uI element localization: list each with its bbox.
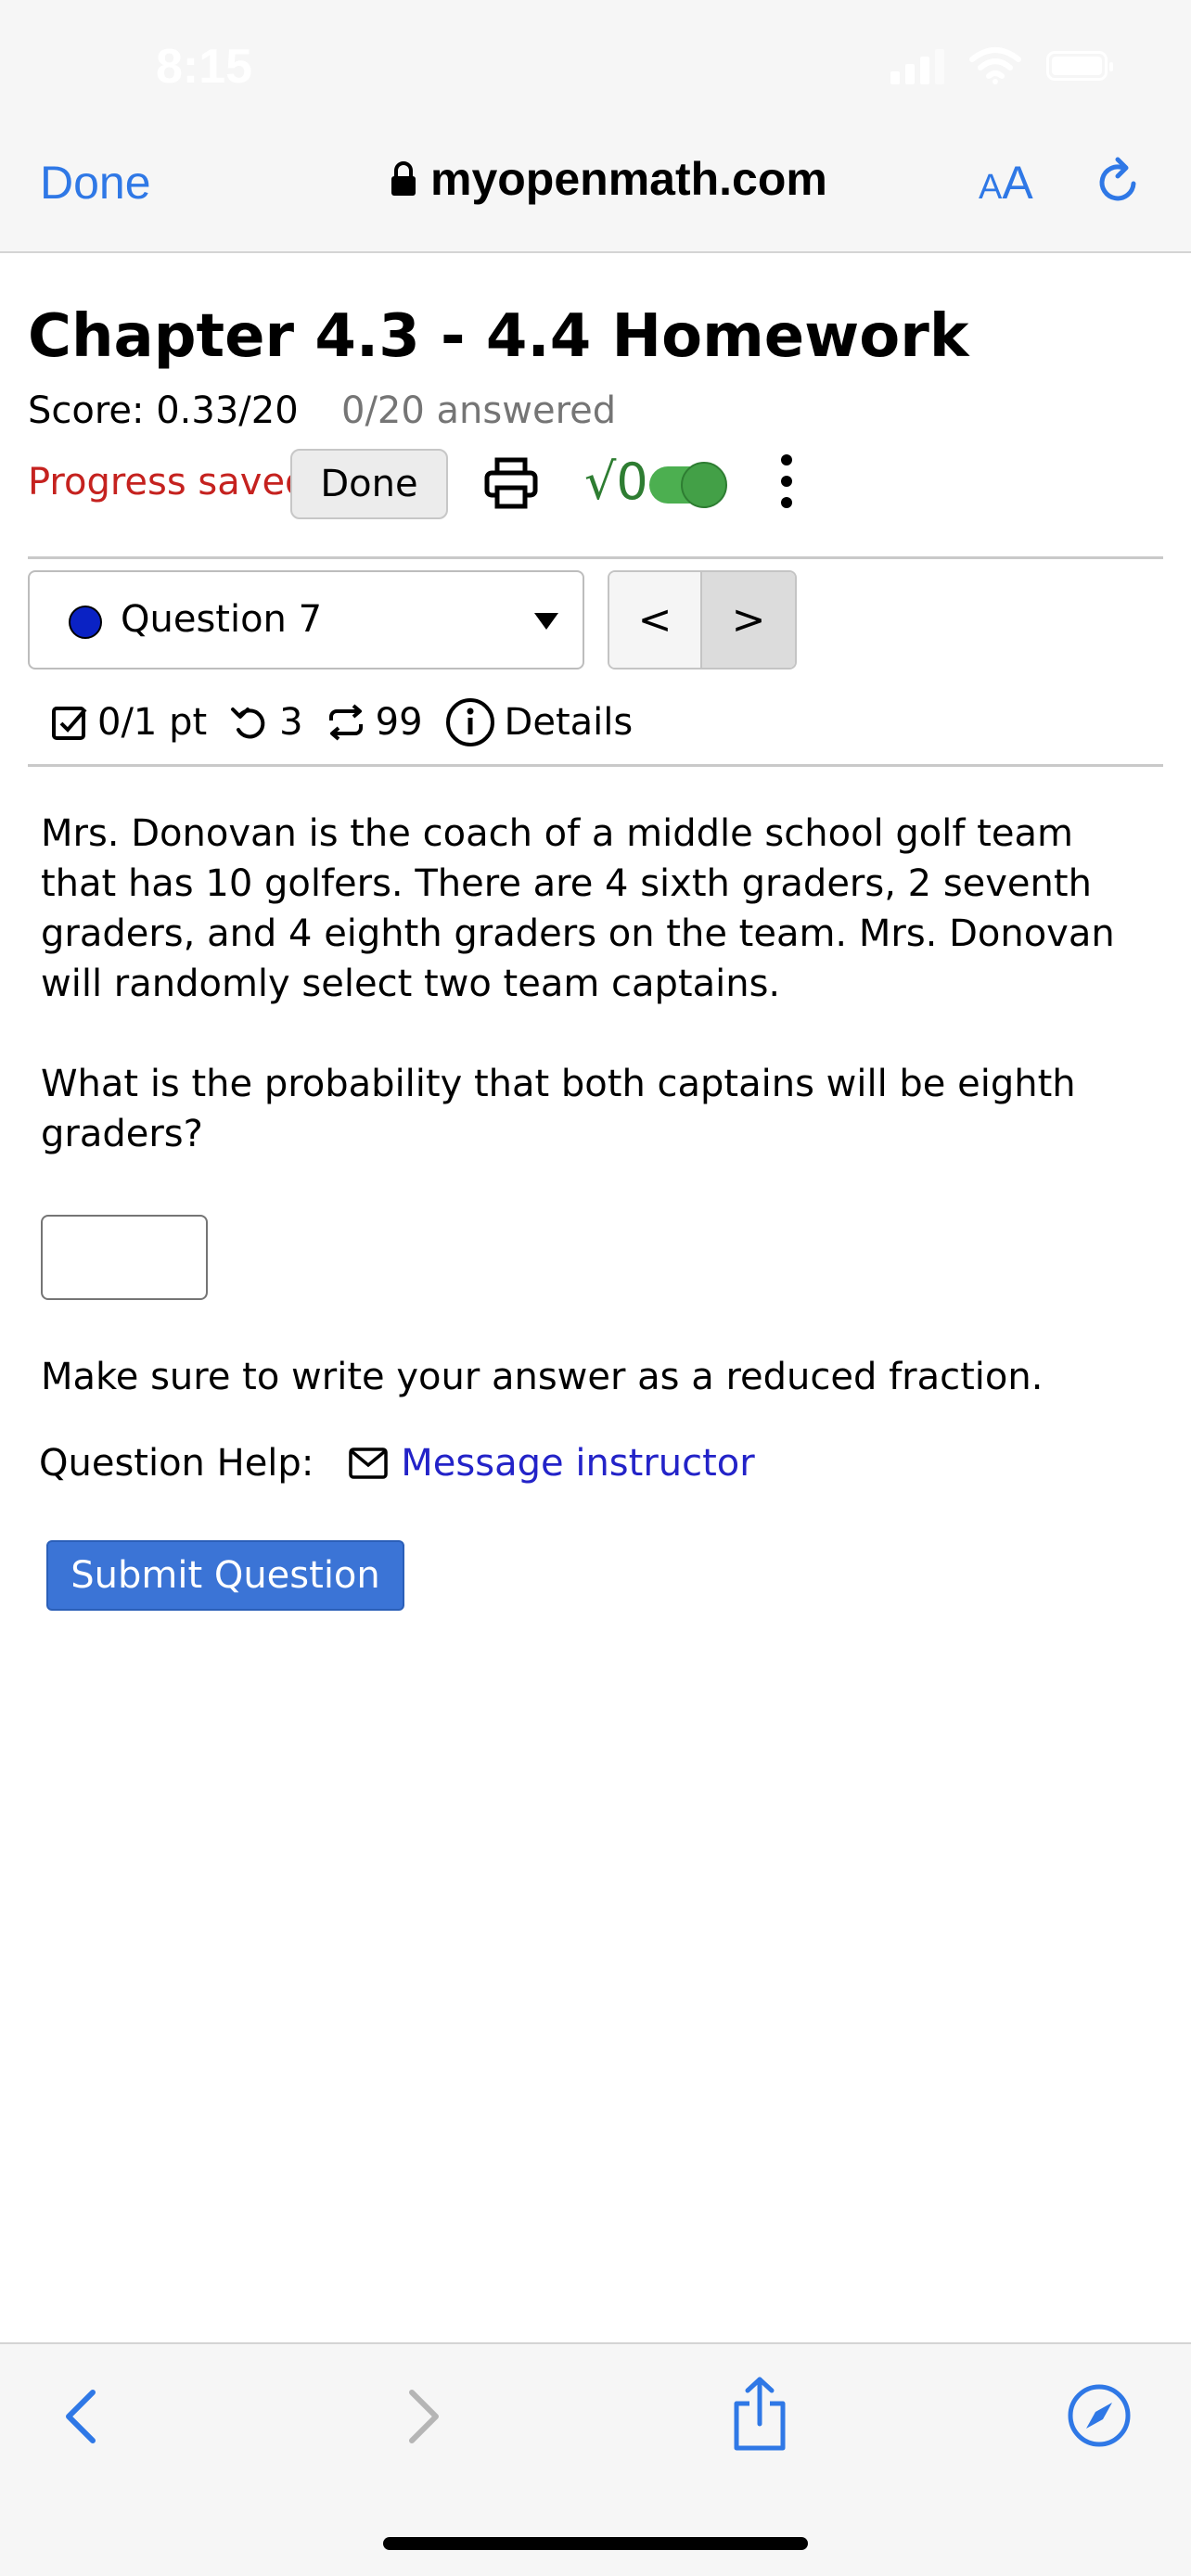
wifi-icon	[969, 47, 1021, 84]
url-text: myopenmath.com	[430, 153, 827, 205]
question-select-label: Question 7	[121, 598, 323, 641]
previous-question-button[interactable]: <	[609, 572, 702, 668]
compass-icon[interactable]	[1067, 2383, 1132, 2448]
header-divider	[28, 556, 1163, 559]
points-text: 0/1 pt	[97, 701, 208, 744]
answer-input[interactable]	[41, 1215, 208, 1300]
forward-chevron-icon[interactable]	[404, 2387, 445, 2446]
back-chevron-icon[interactable]	[59, 2387, 100, 2446]
reload-icon[interactable]	[1093, 156, 1145, 208]
toggle-knob	[681, 462, 727, 508]
printer-icon[interactable]	[482, 454, 540, 512]
attempts-count: 99	[375, 701, 423, 744]
question-body: Mrs. Donovan is the coach of a middle sc…	[41, 809, 1154, 1209]
page-title: Chapter 4.3 - 4.4 Homework	[28, 302, 969, 371]
status-icons	[890, 46, 1113, 85]
score-text: Score: 0.33/20	[28, 389, 299, 432]
math-entry-icon: √0	[584, 453, 648, 511]
question-meta: 0/1 pt 3 99 Details	[51, 697, 655, 747]
details-text: Details	[504, 701, 634, 744]
meta-divider	[28, 764, 1163, 767]
question-prompt: What is the probability that both captai…	[41, 1063, 1076, 1155]
points-item: 0/1 pt	[51, 701, 207, 744]
mail-icon	[349, 1447, 389, 1479]
browser-top-bar: 8:15 Done myopenmath.com AA	[0, 0, 1191, 253]
details-link[interactable]: Details	[445, 697, 634, 747]
browser-done-button[interactable]: Done	[40, 156, 151, 210]
question-help-label: Question Help:	[39, 1442, 314, 1485]
retries-count: 3	[279, 701, 303, 744]
checkbox-icon	[52, 707, 87, 740]
submit-question-button[interactable]: Submit Question	[46, 1540, 404, 1611]
share-icon[interactable]	[731, 2376, 788, 2452]
battery-icon	[1046, 51, 1113, 81]
lock-icon	[391, 161, 416, 196]
message-instructor-link[interactable]: Message instructor	[401, 1442, 754, 1485]
caret-down-icon	[534, 613, 558, 630]
question-paragraph: Mrs. Donovan is the coach of a middle sc…	[41, 812, 1115, 1005]
question-nav-buttons: < >	[608, 570, 797, 670]
question-help-row: Question Help: Message instructor	[39, 1442, 755, 1485]
progress-saved-text: Progress saved	[28, 461, 309, 504]
signal-icon	[890, 47, 944, 84]
question-status-dot	[69, 606, 102, 639]
home-indicator	[383, 2537, 808, 2550]
retries-item: 3	[229, 701, 303, 744]
retry-icon	[231, 708, 265, 739]
question-select[interactable]: Question 7	[28, 570, 584, 670]
next-question-button[interactable]: >	[702, 572, 795, 668]
status-time: 8:15	[156, 40, 253, 94]
address-bar[interactable]: myopenmath.com	[390, 152, 827, 206]
assignment-done-button[interactable]: Done	[290, 449, 448, 519]
repeat-icon	[328, 704, 363, 741]
more-vertical-icon[interactable]	[777, 454, 796, 516]
text-size-button[interactable]: AA	[979, 156, 1033, 210]
answer-instruction: Make sure to write your answer as a redu…	[41, 1356, 1044, 1398]
answered-count: 0/20 answered	[341, 389, 617, 432]
math-entry-toggle[interactable]	[649, 462, 727, 508]
info-icon	[445, 698, 494, 746]
attempts-item: 99	[326, 701, 423, 744]
